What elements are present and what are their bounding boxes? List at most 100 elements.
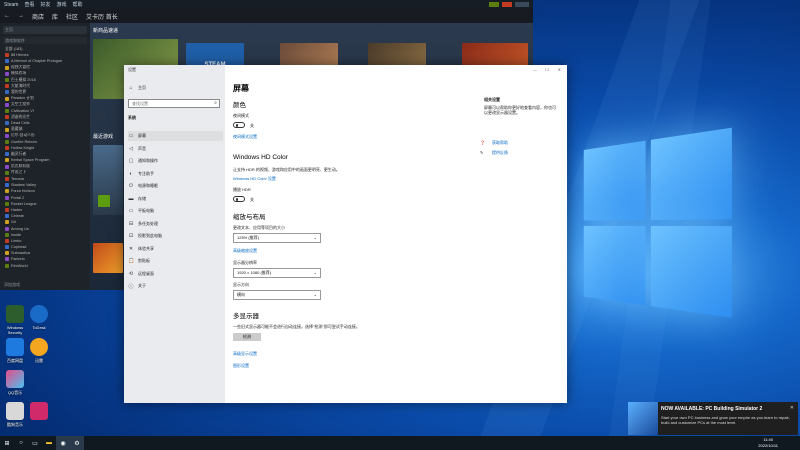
steam-notification-toast[interactable]: NOW AVAILABLE: PC Building Simulator 2 S… <box>628 402 798 435</box>
nav-icon: ▭ <box>128 133 134 139</box>
settings-taskbar-icon[interactable]: ⚙ <box>70 436 84 450</box>
advanced-display-link[interactable]: 高级显示设置 <box>233 351 257 357</box>
library-home-button[interactable]: 主页 <box>3 26 87 34</box>
nav-icon: 📋 <box>128 258 135 264</box>
nav-item[interactable]: ◐ 专注助手 <box>128 169 223 179</box>
file-explorer-icon[interactable]: ▬ <box>42 436 56 450</box>
resolution-dropdown[interactable]: 1920 × 1080 (推荐) ⌄ <box>233 268 321 278</box>
nav-tab-library[interactable]: 库 <box>52 12 58 21</box>
shield-icon <box>6 338 24 356</box>
status-badge[interactable] <box>489 2 499 7</box>
nav-icon: ▢ <box>128 158 134 164</box>
graphics-settings-link[interactable]: 图形设置 <box>233 363 249 369</box>
menu-item[interactable]: 查看 <box>24 1 34 8</box>
back-icon[interactable]: ← <box>4 13 10 19</box>
game-tile[interactable] <box>93 243 123 273</box>
settings-nav-pane: 设置 ⌂ 主页 查找设置 ⌕ 系统 ▭ 屏幕 ◁ 声音 ▢ 通知和操作 ◐ 专注助手 ⏻ 电源和睡… <box>124 65 225 403</box>
hdr-description: 让支持 HDR 的视频、游戏和应用中的画面更明亮、更生动。 <box>233 167 340 172</box>
taskbar: ⊞ ○ ▭ ▬ ◉ ⚙ 11:40 2022/10/11 <box>0 436 800 450</box>
hdr-toggle[interactable] <box>233 196 245 202</box>
hdr-settings-link[interactable]: Windows HD Color 设置 <box>233 176 276 182</box>
nav-icon: ◐ <box>129 170 133 177</box>
search-icon[interactable]: ○ <box>14 436 28 450</box>
maximize-icon[interactable]: ☐ <box>545 67 549 72</box>
notification-badge[interactable] <box>502 2 512 7</box>
notification-image <box>628 402 658 435</box>
game-icon <box>5 139 9 144</box>
nav-icon: ⊡ <box>128 233 134 239</box>
nav-item[interactable]: ▭ 平板电脑 <box>128 206 223 216</box>
menu-item[interactable]: 帮助 <box>73 1 83 8</box>
get-help-link[interactable]: 获取帮助 <box>492 140 508 146</box>
desktop-icon[interactable]: QQ音乐 <box>2 370 28 395</box>
night-light-settings-link[interactable]: 夜间模式设置 <box>233 134 257 140</box>
library-filter-dropdown[interactable]: 游戏和软件 <box>3 37 87 44</box>
game-list-item[interactable]: RimWorld <box>0 263 90 269</box>
desktop-icon[interactable]: 百度网盘 <box>2 338 28 363</box>
nav-icon: ⏻ <box>129 183 133 189</box>
notification-body: Start your own PC business and grow your… <box>661 415 790 425</box>
start-button[interactable]: ⊞ <box>0 436 14 450</box>
clock[interactable]: 11:40 2022/10/11 <box>758 437 778 448</box>
desktop-icon[interactable]: ToDesk <box>26 305 52 330</box>
game-icon <box>5 177 9 182</box>
desktop-icon[interactable]: 迅雷 <box>26 338 52 363</box>
play-button[interactable] <box>98 195 110 207</box>
nav-item[interactable]: ⊡ 投影到此电脑 <box>128 231 223 241</box>
add-game-button[interactable]: 添加游戏 <box>4 282 20 288</box>
game-icon <box>5 207 9 212</box>
minimize-icon[interactable]: — <box>533 67 537 72</box>
nav-item[interactable]: 📋 剪贴板 <box>128 256 223 266</box>
nav-item[interactable]: ⏻ 电源和睡眠 <box>128 181 223 191</box>
nav-item[interactable]: ⊟ 多任务处理 <box>128 219 223 229</box>
menu-item[interactable]: Steam <box>4 2 18 8</box>
nav-item[interactable]: ⓘ 关于 <box>128 281 223 291</box>
nav-tab-store[interactable]: 商店 <box>32 12 44 21</box>
nav-tab-community[interactable]: 社区 <box>66 12 78 21</box>
chevron-down-icon: ⌄ <box>313 270 317 275</box>
desktop-icon[interactable] <box>26 402 52 422</box>
game-icon <box>5 90 9 95</box>
steam-nav: ← → 商店 库 社区 艾卡历 首长 <box>0 9 533 23</box>
steam-taskbar-icon[interactable]: ◉ <box>56 436 70 450</box>
orientation-dropdown[interactable]: 横向 ⌄ <box>233 290 321 300</box>
detect-button[interactable]: 检测 <box>233 333 261 341</box>
desktop-icon[interactable]: Windows Security <box>2 305 28 335</box>
game-icon <box>5 238 9 243</box>
close-icon[interactable]: ✕ <box>558 67 561 72</box>
account-button[interactable] <box>515 2 529 7</box>
section-header: 新商品速递 <box>93 28 119 34</box>
game-icon <box>5 170 9 175</box>
nav-section-system: 系统 <box>128 115 136 120</box>
menu-item[interactable]: 好友 <box>40 1 50 8</box>
game-icon <box>5 189 9 194</box>
nav-tab-profile[interactable]: 艾卡历 首长 <box>86 12 118 21</box>
nav-item[interactable]: ▢ 通知和操作 <box>128 156 223 166</box>
nav-item[interactable]: ✕ 体验共享 <box>128 244 223 254</box>
feedback-icon: ✎ <box>480 150 484 155</box>
scale-label: 更改文本、应用等项目的大小 <box>233 225 285 230</box>
windows-logo-wallpaper <box>583 127 737 323</box>
desktop-icon[interactable]: 酷狗音乐 <box>2 402 28 427</box>
nav-item[interactable]: ▭ 屏幕 <box>128 131 223 141</box>
close-icon[interactable]: ✕ <box>790 405 794 411</box>
feedback-link[interactable]: 提供反馈 <box>492 150 508 156</box>
game-icon <box>5 146 9 151</box>
settings-window[interactable]: 设置 ⌂ 主页 查找设置 ⌕ 系统 ▭ 屏幕 ◁ 声音 ▢ 通知和操作 ◐ 专注助手 ⏻ 电源和睡… <box>124 65 567 403</box>
advanced-scaling-link[interactable]: 高级缩放设置 <box>233 248 257 254</box>
resolution-label: 显示器分辨率 <box>233 260 257 265</box>
nav-item[interactable]: ⟲ 远程桌面 <box>128 269 223 279</box>
task-view-icon[interactable]: ▭ <box>28 436 42 450</box>
menu-item[interactable]: 游戏 <box>56 1 66 8</box>
forward-icon[interactable]: → <box>18 13 24 19</box>
home-icon: ⌂ <box>129 85 133 91</box>
scale-dropdown[interactable]: 125% (推荐) ⌄ <box>233 233 321 243</box>
app-icon <box>6 305 24 323</box>
section-title: 多显示器 <box>233 313 259 320</box>
orientation-label: 显示方向 <box>233 282 249 287</box>
night-light-toggle[interactable] <box>233 122 245 128</box>
nav-item[interactable]: ◁ 声音 <box>128 144 223 154</box>
nav-item[interactable]: ▬ 存储 <box>128 194 223 204</box>
nav-item-home[interactable]: ⌂ 主页 <box>128 83 223 93</box>
settings-search-input[interactable]: 查找设置 ⌕ <box>128 99 220 108</box>
